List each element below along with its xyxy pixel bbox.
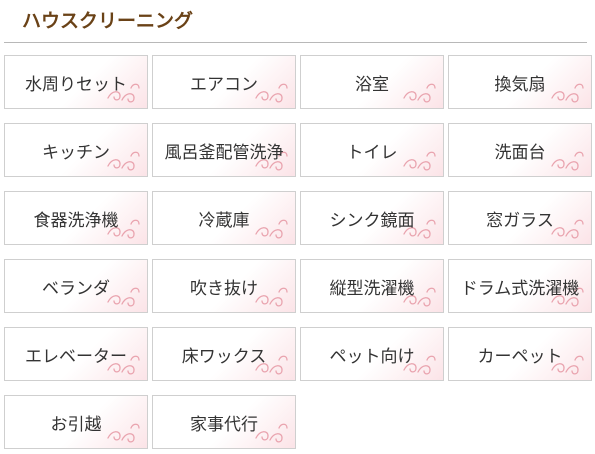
page-title: ハウスクリーニング: [22, 10, 194, 32]
service-tile-bath-pipe[interactable]: 風呂釜配管洗浄: [152, 123, 296, 177]
service-tile-water-set[interactable]: 水周りセット: [4, 55, 148, 109]
service-tile-moving[interactable]: お引越: [4, 395, 148, 449]
service-label: 食器洗浄機: [33, 210, 119, 231]
service-label: キッチン: [42, 142, 110, 163]
service-label: エアコン: [190, 74, 258, 95]
service-tile-window-glass[interactable]: 窓ガラス: [448, 191, 592, 245]
service-tile-carpet[interactable]: カーペット: [448, 327, 592, 381]
service-label: 家事代行: [190, 414, 258, 435]
service-label: 窓ガラス: [486, 210, 554, 231]
service-label: 風呂釜配管洗浄: [164, 142, 284, 163]
service-label: ベランダ: [42, 278, 110, 299]
service-tile-washbasin[interactable]: 洗面台: [448, 123, 592, 177]
service-label: 水周りセット: [25, 74, 127, 95]
service-tile-toilet[interactable]: トイレ: [300, 123, 444, 177]
service-tile-drum-washer[interactable]: ドラム式洗濯機: [448, 259, 592, 313]
service-label: 床ワックス: [181, 346, 267, 367]
service-tile-vertical-washer[interactable]: 縦型洗濯機: [300, 259, 444, 313]
service-label: 吹き抜け: [190, 278, 258, 299]
service-tile-aircon[interactable]: エアコン: [152, 55, 296, 109]
service-label: 縦型洗濯機: [329, 278, 415, 299]
service-tile-vent-fan[interactable]: 換気扇: [448, 55, 592, 109]
service-label: 洗面台: [494, 142, 546, 163]
service-label: 浴室: [355, 74, 389, 95]
section-header: ハウスクリーニング: [4, 0, 587, 43]
service-label: シンク鏡面: [329, 210, 415, 231]
service-label: 換気扇: [494, 74, 546, 95]
service-label: お引越: [50, 414, 102, 435]
service-tile-atrium[interactable]: 吹き抜け: [152, 259, 296, 313]
service-tile-kitchen[interactable]: キッチン: [4, 123, 148, 177]
service-label: 冷蔵庫: [198, 210, 250, 231]
service-label: エレベーター: [25, 346, 127, 367]
service-tile-floor-wax[interactable]: 床ワックス: [152, 327, 296, 381]
service-tile-bathroom[interactable]: 浴室: [300, 55, 444, 109]
service-label: カーペット: [477, 346, 563, 367]
service-tile-sink-mirror[interactable]: シンク鏡面: [300, 191, 444, 245]
service-tile-pet[interactable]: ペット向け: [300, 327, 444, 381]
service-label: ドラム式洗濯機: [460, 278, 580, 299]
service-tile-elevator[interactable]: エレベーター: [4, 327, 148, 381]
service-tile-housekeeping[interactable]: 家事代行: [152, 395, 296, 449]
service-label: ペット向け: [329, 346, 415, 367]
service-tile-veranda[interactable]: ベランダ: [4, 259, 148, 313]
service-label: トイレ: [346, 142, 398, 163]
service-tile-dishwasher[interactable]: 食器洗浄機: [4, 191, 148, 245]
service-tile-refrigerator[interactable]: 冷蔵庫: [152, 191, 296, 245]
